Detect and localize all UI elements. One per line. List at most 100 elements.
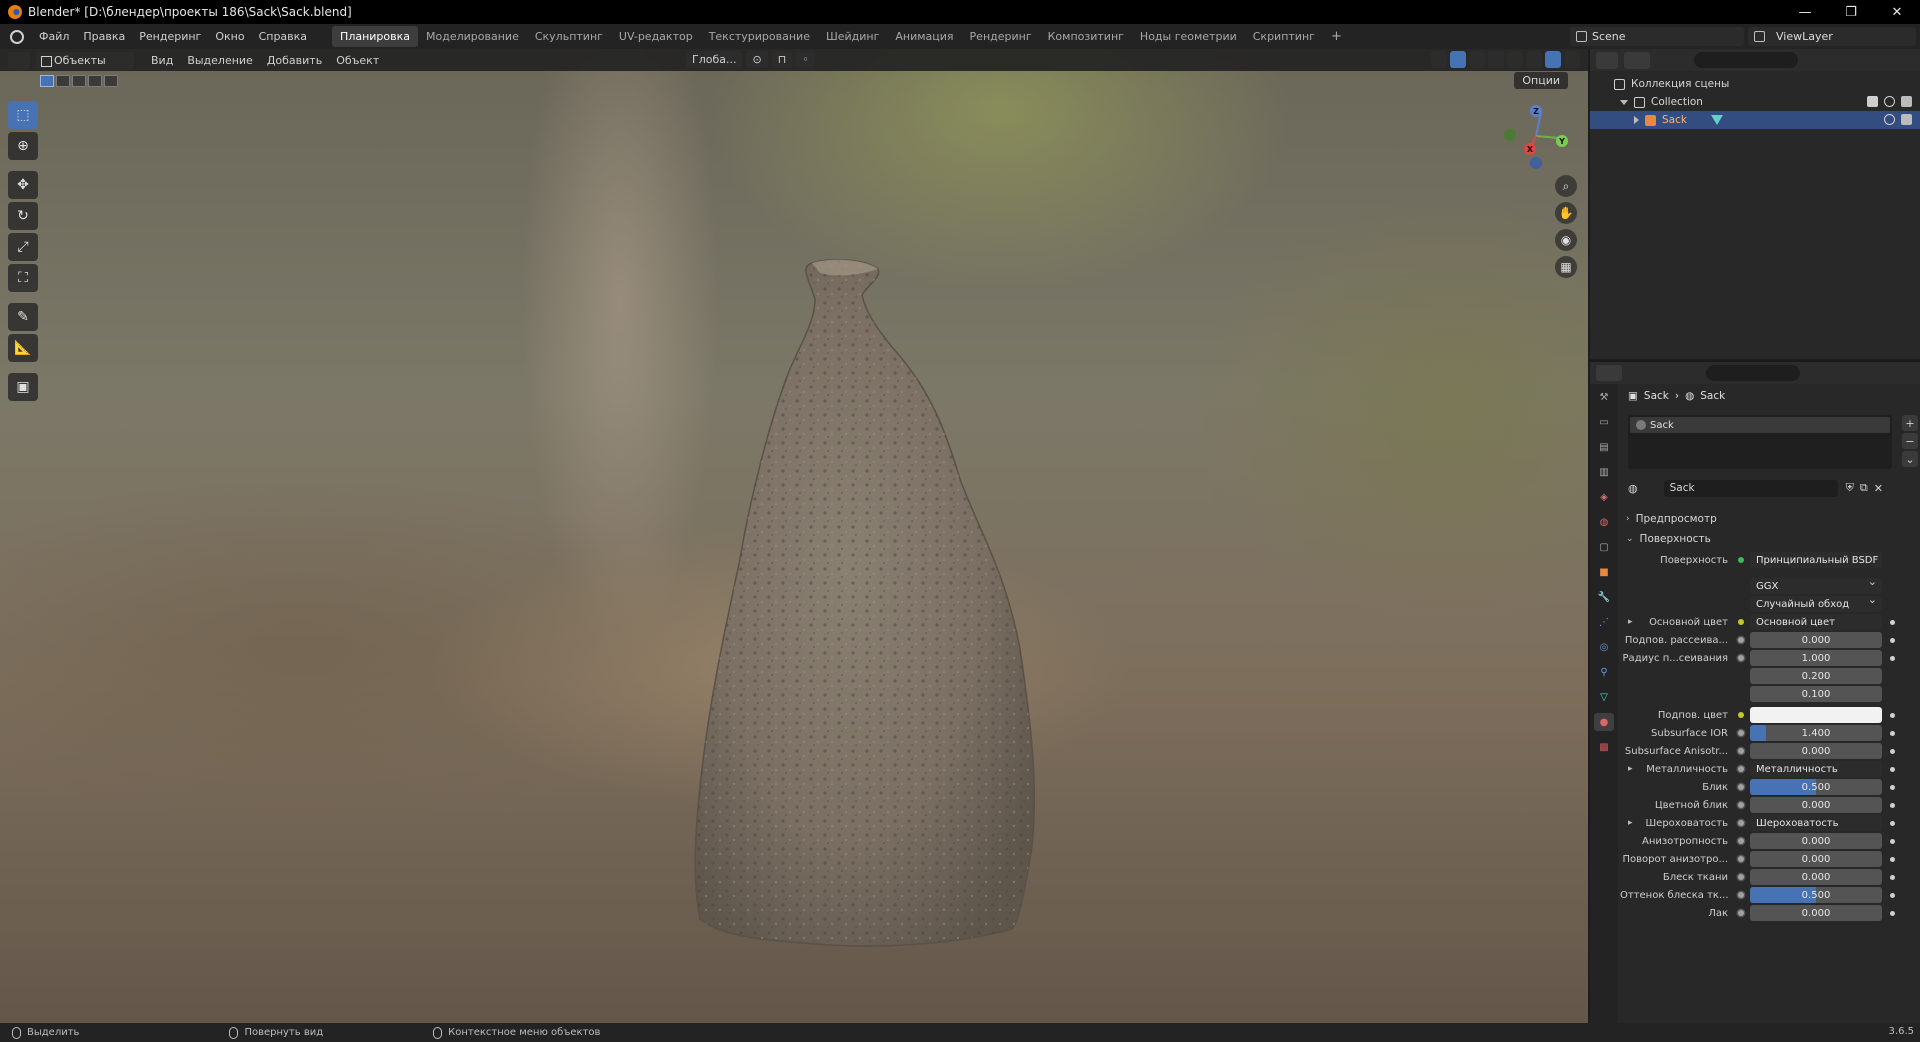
gizmo-toggle-icon[interactable] (1450, 51, 1466, 68)
keyframe-dot-icon[interactable] (1890, 784, 1895, 790)
outliner-search-input[interactable] (1694, 52, 1798, 68)
snap-icon[interactable]: ⊓ (771, 51, 793, 68)
unlink-material-icon[interactable]: ✕ (1874, 482, 1883, 495)
material-slots-list[interactable]: Sack (1628, 415, 1892, 469)
physics-tab-icon[interactable]: ◎ (1594, 638, 1614, 656)
constraints-tab-icon[interactable]: ⚲ (1594, 663, 1614, 681)
xray-toggle-icon[interactable] (1488, 51, 1504, 68)
scene-selector[interactable]: Scene (1570, 27, 1744, 46)
add-slot-button[interactable]: + (1902, 415, 1918, 431)
socket-icon[interactable] (1738, 619, 1744, 625)
annotate-tool[interactable]: ✎ (8, 303, 38, 331)
output-tab-icon[interactable]: ▤ (1594, 438, 1614, 456)
select-subtract-icon[interactable] (72, 75, 86, 87)
render-tab-icon[interactable]: ▭ (1594, 413, 1614, 431)
select-intersect-icon[interactable] (104, 75, 118, 87)
surface-panel-header[interactable]: ⌄ Поверхность (1626, 530, 1916, 548)
orientation-selector[interactable]: Глоба... (686, 51, 743, 68)
mode-selector[interactable]: Объекты (36, 51, 134, 69)
expand-arrow-icon[interactable] (1634, 116, 1639, 124)
outliner-scene-collection[interactable]: Коллекция сцены (1590, 75, 1920, 93)
material-name-field[interactable]: Sack (1663, 479, 1838, 497)
tab-modeling[interactable]: Моделирование (418, 26, 527, 47)
slot-specials-button[interactable]: ⌄ (1902, 451, 1918, 467)
material-slot[interactable]: Sack (1630, 417, 1890, 433)
tab-texture-paint[interactable]: Текстурирование (701, 26, 818, 47)
select-invert-icon[interactable] (88, 75, 102, 87)
color-swatch[interactable] (1750, 707, 1882, 723)
keyframe-dot-icon[interactable] (1890, 619, 1895, 625)
expand-arrow-icon[interactable]: ▸ (1628, 764, 1633, 774)
surface-shader-field[interactable]: Принципиальный BSDF (1750, 552, 1882, 568)
tab-geometry-nodes[interactable]: Ноды геометрии (1132, 26, 1245, 47)
number-field[interactable]: 0.100 (1750, 686, 1882, 702)
cursor-tool[interactable]: ⊕ (8, 132, 38, 160)
socket-icon[interactable] (1738, 730, 1744, 736)
tab-sculpting[interactable]: Скульптинг (527, 26, 611, 47)
keyframe-dot-icon[interactable] (1890, 892, 1895, 898)
menu-select[interactable]: Выделение (180, 54, 260, 67)
keyframe-dot-icon[interactable] (1890, 766, 1895, 772)
number-field[interactable]: 0.200 (1750, 668, 1882, 684)
add-workspace-button[interactable]: + (1323, 29, 1350, 44)
socket-icon[interactable] (1738, 910, 1744, 916)
close-button[interactable]: ✕ (1874, 0, 1920, 24)
tab-uv-editing[interactable]: UV-редактор (611, 26, 701, 47)
minimize-button[interactable]: — (1782, 0, 1828, 24)
collection-tab-icon[interactable]: ▢ (1594, 538, 1614, 556)
linked-input-field[interactable]: Шероховатость (1750, 815, 1882, 831)
socket-icon[interactable] (1738, 637, 1744, 643)
number-field[interactable]: 0.000 (1750, 905, 1882, 921)
maximize-button[interactable]: ❐ (1828, 0, 1874, 24)
gizmo-neg-y-axis[interactable] (1504, 129, 1516, 141)
socket-icon[interactable] (1738, 766, 1744, 772)
measure-tool[interactable]: 📐 (8, 334, 38, 362)
world-tab-icon[interactable]: ◍ (1594, 513, 1614, 531)
eye-icon[interactable] (1884, 114, 1895, 125)
exclude-checkbox[interactable] (1867, 96, 1878, 107)
editor-type-button[interactable] (8, 51, 30, 69)
eye-icon[interactable] (1884, 96, 1895, 107)
menu-object[interactable]: Объект (329, 54, 386, 67)
rotate-tool[interactable]: ↻ (8, 202, 38, 230)
select-new-icon[interactable] (40, 75, 54, 87)
distribution-select[interactable]: GGX (1750, 578, 1882, 594)
tab-layout[interactable]: Планировка (332, 26, 419, 47)
select-extend-icon[interactable] (56, 75, 70, 87)
pan-hand-icon[interactable]: ✋ (1555, 202, 1577, 224)
number-field[interactable]: 0.500 (1750, 887, 1882, 903)
menu-add[interactable]: Добавить (260, 54, 329, 67)
socket-icon[interactable] (1738, 874, 1744, 880)
menu-view[interactable]: Вид (144, 54, 180, 67)
render-camera-icon[interactable] (1901, 96, 1912, 107)
proportional-edit-icon[interactable]: ◦ (796, 51, 815, 68)
scale-tool[interactable]: ⤢ (8, 233, 38, 261)
gizmo-neg-z-axis[interactable] (1530, 157, 1542, 169)
tab-animation[interactable]: Анимация (887, 26, 961, 47)
tab-shading[interactable]: Шейдинг (818, 26, 887, 47)
material-browse-icon[interactable]: ◍ (1628, 482, 1638, 495)
blender-logo-icon[interactable] (10, 29, 24, 44)
keyframe-dot-icon[interactable] (1890, 637, 1895, 643)
add-cube-tool[interactable]: ▣ (8, 373, 38, 401)
zoom-icon[interactable]: ⌕ (1555, 175, 1577, 197)
socket-icon[interactable] (1738, 892, 1744, 898)
camera-view-icon[interactable]: ◉ (1555, 229, 1577, 251)
keyframe-dot-icon[interactable] (1890, 874, 1895, 880)
overlay-toggle-icon[interactable] (1469, 51, 1485, 68)
socket-icon[interactable] (1738, 820, 1744, 826)
menu-help[interactable]: Справка (252, 30, 314, 43)
view-layer-tab-icon[interactable]: ▥ (1594, 463, 1614, 481)
outliner-display-mode[interactable] (1624, 51, 1650, 69)
wireframe-shading-icon[interactable] (1507, 51, 1523, 68)
number-field[interactable]: 0.000 (1750, 851, 1882, 867)
navigation-gizmo[interactable]: Z Y X (1500, 99, 1572, 171)
expand-arrow-icon[interactable]: ▸ (1628, 617, 1633, 627)
socket-icon[interactable] (1738, 802, 1744, 808)
tab-compositing[interactable]: Композитинг (1040, 26, 1132, 47)
number-field[interactable]: 1.000 (1750, 650, 1882, 666)
tab-rendering[interactable]: Рендеринг (962, 26, 1040, 47)
keyframe-dot-icon[interactable] (1890, 730, 1895, 736)
menu-file[interactable]: Файл (32, 30, 76, 43)
number-field[interactable]: 1.400 (1750, 725, 1882, 741)
